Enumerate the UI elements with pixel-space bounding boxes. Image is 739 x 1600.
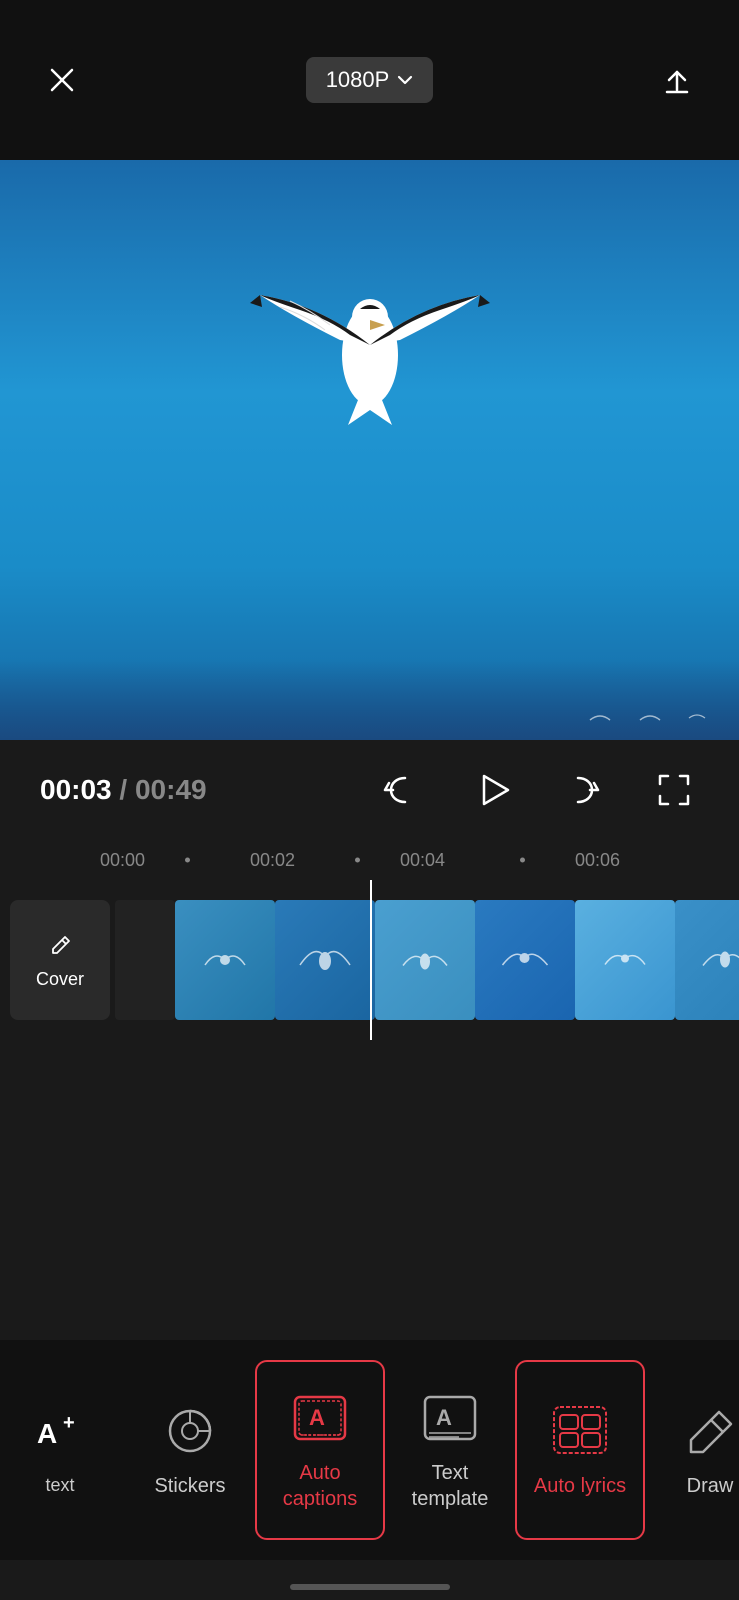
- draw-label: Draw: [687, 1473, 734, 1499]
- text-template-icon: A: [420, 1388, 480, 1448]
- resolution-button[interactable]: 1080P: [306, 57, 434, 103]
- stickers-icon: [160, 1401, 220, 1461]
- clip-1[interactable]: [175, 900, 275, 1020]
- tool-auto-lyrics[interactable]: Auto lyrics: [515, 1360, 645, 1540]
- ruler-dot-1: [185, 858, 190, 863]
- time-display: 00:03 / 00:49: [40, 774, 207, 806]
- home-indicator: [290, 1584, 450, 1590]
- timeline-area: 00:03 / 00:49: [0, 740, 739, 1340]
- playhead-line: [370, 880, 372, 1040]
- auto-captions-label: Autocaptions: [283, 1460, 358, 1512]
- track-area: Cover: [0, 880, 739, 1040]
- fast-forward-icon: [562, 768, 606, 812]
- add-text-label: text: [45, 1474, 74, 1497]
- rewind-button[interactable]: [374, 765, 424, 815]
- playback-controls: 00:03 / 00:49: [0, 740, 739, 840]
- clip-3[interactable]: [375, 900, 475, 1020]
- timeline-ruler: 00:00 00:02 00:04 00:06: [0, 840, 739, 880]
- add-text-icon: A +: [30, 1402, 90, 1462]
- small-birds-decoration: [585, 710, 709, 730]
- text-template-label: Texttemplate: [412, 1460, 489, 1512]
- fast-forward-button[interactable]: [559, 765, 609, 815]
- stickers-label: Stickers: [154, 1473, 225, 1499]
- svg-text:A: A: [436, 1405, 452, 1430]
- ruler-time-6: 00:06: [575, 850, 620, 871]
- media-controls: [374, 763, 699, 818]
- tool-text-template[interactable]: A Texttemplate: [385, 1360, 515, 1540]
- tool-add-text[interactable]: A + text: [0, 1360, 125, 1540]
- clip-5[interactable]: [575, 900, 675, 1020]
- close-icon: [48, 66, 76, 94]
- rewind-icon: [377, 768, 421, 812]
- time-separator: /: [119, 774, 135, 805]
- video-bottom-overlay: [0, 660, 739, 740]
- bottom-toolbar: A + text Stickers: [0, 1340, 739, 1560]
- clip-4[interactable]: [475, 900, 575, 1020]
- fullscreen-button[interactable]: [649, 765, 699, 815]
- video-preview: [0, 160, 739, 740]
- clip-black[interactable]: [115, 900, 175, 1020]
- top-bar: 1080P: [0, 0, 739, 160]
- tool-draw[interactable]: Draw: [645, 1360, 739, 1540]
- play-icon: [466, 764, 518, 816]
- clip-6[interactable]: [675, 900, 739, 1020]
- cover-button[interactable]: Cover: [10, 900, 110, 1020]
- resolution-label: 1080P: [326, 67, 390, 93]
- auto-lyrics-icon: [550, 1401, 610, 1461]
- current-time: 00:03: [40, 774, 112, 805]
- cover-edit-icon: [45, 931, 75, 961]
- bird-image: [230, 210, 510, 460]
- upload-button[interactable]: [655, 58, 699, 102]
- clip-2[interactable]: [275, 900, 375, 1020]
- close-button[interactable]: [40, 58, 84, 102]
- ruler-time-4: 00:04: [400, 850, 445, 871]
- ruler-dot-5: [520, 858, 525, 863]
- ruler-time-2: 00:02: [250, 850, 295, 871]
- cover-label: Cover: [36, 969, 84, 990]
- track-clips[interactable]: [115, 900, 739, 1020]
- upload-icon: [659, 62, 695, 98]
- tool-auto-captions[interactable]: A Autocaptions: [255, 1360, 385, 1540]
- play-button[interactable]: [464, 763, 519, 818]
- ruler-dot-3: [355, 858, 360, 863]
- auto-captions-icon: A: [290, 1388, 350, 1448]
- chevron-down-icon: [397, 75, 413, 85]
- tool-stickers[interactable]: Stickers: [125, 1360, 255, 1540]
- auto-lyrics-label: Auto lyrics: [534, 1473, 626, 1499]
- svg-text:A: A: [37, 1418, 57, 1449]
- ruler-marks: 00:00 00:02 00:04 00:06: [20, 840, 719, 880]
- draw-icon: [680, 1401, 739, 1461]
- fullscreen-icon: [652, 768, 696, 812]
- ruler-time-0: 00:00: [100, 850, 145, 871]
- total-time: 00:49: [135, 774, 207, 805]
- svg-text:A: A: [309, 1405, 325, 1430]
- svg-text:+: +: [63, 1412, 75, 1434]
